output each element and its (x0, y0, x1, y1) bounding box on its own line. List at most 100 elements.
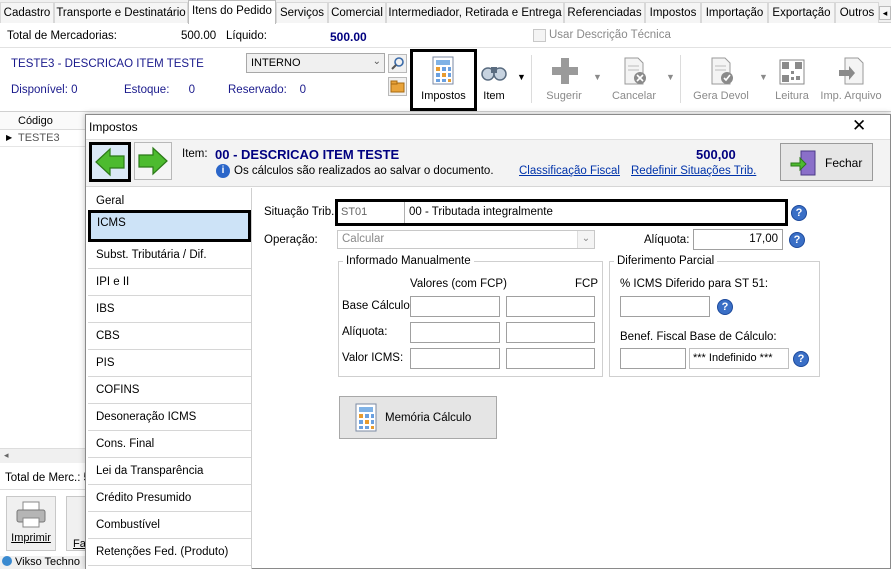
dialog-header (86, 139, 890, 187)
tab-impostos[interactable]: Impostos (645, 2, 701, 23)
operacao-select[interactable]: Calcular ⌄ (337, 230, 595, 249)
info-note: Os cálculos são realizados ao salvar o d… (234, 165, 494, 177)
aliquota-fcp-input[interactable] (506, 322, 595, 343)
folder-button[interactable] (388, 77, 407, 96)
usar-descricao-checkbox[interactable] (533, 29, 546, 42)
exit-door-icon (790, 150, 816, 176)
aliquota-input[interactable]: 17,00 (693, 229, 783, 250)
fa-label: Fa (73, 538, 86, 550)
menu-credito-presumido[interactable]: Crédito Presumido (88, 485, 251, 512)
benef-fiscal-label: Benef. Fiscal Base de Cálculo: (620, 331, 777, 343)
icms-diferido-label: % ICMS Diferido para ST 51: (620, 278, 769, 290)
total-merc-text: Total de Merc.: (5, 472, 81, 484)
tab-outros[interactable]: Outros (835, 2, 879, 23)
situacao-trib-field[interactable]: ST01 00 - Tributada integralmente (335, 199, 788, 226)
close-icon[interactable]: ✕ (852, 117, 866, 134)
benef-fiscal-code-input[interactable] (620, 348, 686, 369)
leitura-button[interactable]: Leitura (772, 52, 812, 108)
menu-cons-final[interactable]: Cons. Final (88, 431, 251, 458)
fa-button[interactable]: Fa (66, 496, 86, 551)
menu-pis[interactable]: PIS (88, 350, 251, 377)
tab-servicos[interactable]: Serviços (276, 2, 328, 23)
tab-referenciadas[interactable]: Referenciadas (564, 2, 645, 23)
menu-lei-transparencia[interactable]: Lei da Transparência (88, 458, 251, 485)
item-button[interactable]: Item (477, 52, 511, 108)
menu-ibs[interactable]: IBS (88, 296, 251, 323)
icms-diferido-input[interactable] (620, 296, 710, 317)
total-merc-label: Total de Merc.: 5 (5, 472, 90, 484)
row-codigo: TESTE3 (18, 132, 60, 144)
table-row[interactable]: ▶ TESTE3 (0, 130, 86, 147)
benef-fiscal-help-icon[interactable]: ? (793, 351, 809, 367)
valor-icms-label: Valor ICMS: (342, 352, 404, 364)
toolbar-divider-2 (680, 55, 681, 103)
aliquota-row-label: Alíquota: (342, 326, 388, 338)
price-list-select[interactable]: INTERNO ⌄ (246, 53, 385, 73)
search-button[interactable] (388, 54, 407, 73)
operacao-value: Calcular (342, 233, 385, 245)
menu-icms[interactable]: ICMS (88, 210, 251, 242)
memoria-calculo-button[interactable]: Memória Cálculo (339, 396, 497, 439)
fechar-button[interactable]: Fechar (780, 143, 873, 181)
aliquota-manual-input[interactable] (410, 322, 500, 343)
col-fcp-label: FCP (575, 278, 598, 290)
tab-importacao[interactable]: Importação (701, 2, 768, 23)
tab-exportacao[interactable]: Exportação (768, 2, 835, 23)
menu-desoneracao-icms[interactable]: Desoneração ICMS (88, 404, 251, 431)
tab-transporte[interactable]: Transporte e Destinatário (54, 2, 188, 23)
menu-retencoes-fed[interactable]: Retenções Fed. (Produto) (88, 539, 251, 566)
scroll-left-icon[interactable]: ◂ (4, 450, 9, 461)
total-mercadorias-label: Total de Mercadorias: (7, 30, 117, 42)
usar-descricao-label: Usar Descrição Técnica (549, 29, 671, 41)
approve-document-icon (711, 57, 733, 85)
menu-ipi-ii[interactable]: IPI e II (88, 269, 251, 296)
aliquota-help-icon[interactable]: ? (789, 232, 805, 248)
icms-diferido-help-icon[interactable]: ? (717, 299, 733, 315)
informado-title: Informado Manualmente (343, 255, 474, 267)
menu-cofins[interactable]: COFINS (88, 377, 251, 404)
base-calculo-fcp-input[interactable] (506, 296, 595, 317)
item-total: 500,00 (696, 147, 736, 162)
sugerir-dropdown-arrow-icon[interactable]: ▼ (593, 72, 602, 82)
col-valores-label: Valores (com FCP) (410, 278, 507, 290)
chevron-down-icon: ⌄ (372, 56, 381, 67)
imprimir-button[interactable]: Imprimir (6, 496, 56, 551)
cancelar-button[interactable]: Cancelar (608, 52, 660, 108)
tab-cadastro[interactable]: Cadastro (0, 2, 54, 23)
classificacao-fiscal-link[interactable]: Classificação Fiscal (519, 165, 620, 177)
menu-subst-tributaria[interactable]: Subst. Tributária / Dif. Alíquota (88, 242, 251, 287)
tab-itens-do-pedido[interactable]: Itens do Pedido (188, 0, 276, 24)
menu-cbs[interactable]: CBS (88, 323, 251, 350)
sugerir-label: Sugerir (546, 90, 582, 102)
info-icon: i (216, 164, 230, 178)
imp-arquivo-button[interactable]: Imp. Arquivo (817, 52, 885, 108)
dialog-title: Impostos (89, 120, 138, 134)
situacao-trib-code: ST01 (338, 202, 405, 223)
valor-icms-fcp-input[interactable] (506, 348, 595, 369)
item-name: TESTE3 - DESCRICAO ITEM TESTE (11, 58, 204, 70)
redefinir-situacoes-link[interactable]: Redefinir Situações Trib. (631, 165, 756, 177)
valor-icms-input[interactable] (410, 348, 500, 369)
base-calculo-label: Base Cálculo: (342, 300, 413, 312)
base-calculo-input[interactable] (410, 296, 500, 317)
previous-item-button[interactable] (89, 142, 131, 182)
tab-comercial[interactable]: Comercial (328, 2, 386, 23)
item-dropdown-arrow-icon[interactable]: ▼ (517, 72, 526, 82)
grid-scrollbar[interactable]: ◂ (0, 448, 86, 463)
status-text: Vikso Techno (15, 556, 81, 568)
tabs-scroll-icon[interactable]: ◂ (879, 6, 891, 20)
situacao-help-icon[interactable]: ? (791, 205, 807, 221)
liquido-label: Líquido: (226, 30, 267, 42)
main-tabs: Cadastro Transporte e Destinatário Itens… (0, 0, 891, 24)
gera-devol-button[interactable]: Gera Devol (690, 52, 752, 108)
total-mercadorias-value: 500.00 (181, 30, 217, 42)
tab-intermediador[interactable]: Intermediador, Retirada e Entrega (386, 2, 564, 23)
next-item-button[interactable] (134, 142, 172, 180)
sugerir-button[interactable]: Sugerir (541, 52, 587, 108)
benef-fiscal-desc: *** Indefinido *** (689, 348, 789, 369)
gera-devol-dropdown-arrow-icon[interactable]: ▼ (759, 72, 768, 82)
cancelar-dropdown-arrow-icon[interactable]: ▼ (666, 72, 675, 82)
leitura-label: Leitura (775, 90, 809, 102)
menu-combustivel[interactable]: Combustível (88, 512, 251, 539)
impostos-button[interactable]: Impostos (410, 49, 477, 111)
